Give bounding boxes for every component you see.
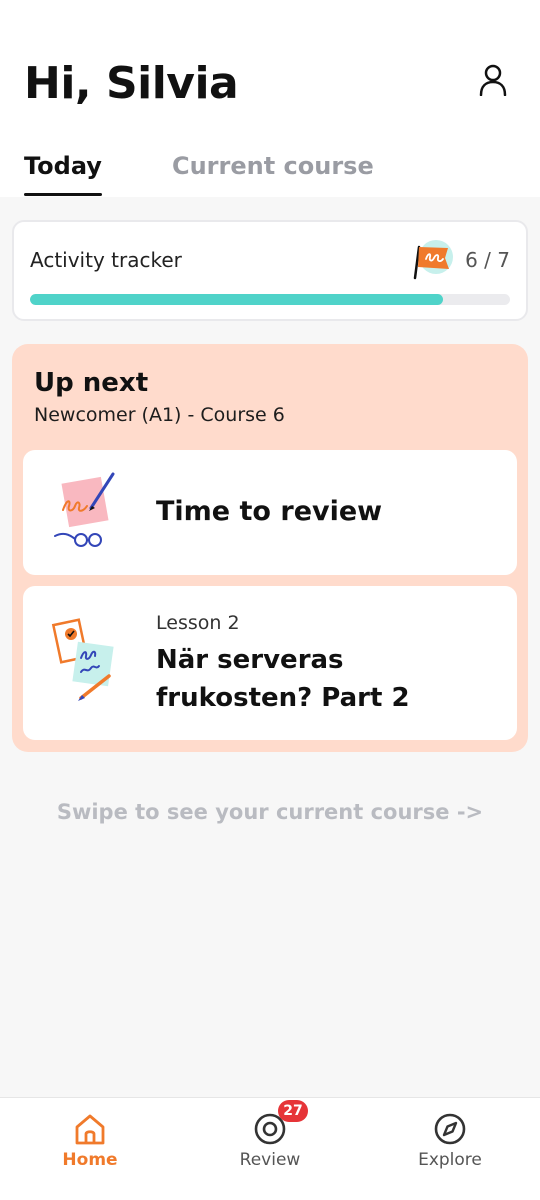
review-card-title: Time to review <box>156 496 383 527</box>
up-next-course: Newcomer (A1) - Course 6 <box>34 404 285 426</box>
review-count-badge: 27 <box>278 1100 308 1122</box>
activity-count: 6 / 7 <box>465 248 510 272</box>
home-icon <box>75 1114 105 1145</box>
bottom-navigation: Home 27 Review Explore <box>0 1097 540 1200</box>
header: Hi, Silvia Today Current course <box>0 0 540 197</box>
tab-bar: Today Current course <box>24 152 374 196</box>
tab-current-course[interactable]: Current course <box>172 152 374 196</box>
nav-review[interactable]: 27 Review <box>180 1098 360 1200</box>
activity-tracker-title: Activity tracker <box>30 248 182 272</box>
up-next-title: Up next <box>34 368 149 398</box>
lesson-illustration-icon <box>51 618 114 701</box>
person-icon <box>479 64 507 97</box>
lesson-card[interactable]: Lesson 2 När serveras frukosten? Part 2 <box>23 586 517 740</box>
nav-explore-label: Explore <box>418 1150 482 1170</box>
activity-tracker-card[interactable]: Activity tracker 6 / 7 <box>12 220 528 321</box>
lesson-number: Lesson 2 <box>156 612 240 634</box>
nav-review-label: Review <box>239 1150 301 1170</box>
lesson-title: När serveras frukosten? Part 2 <box>156 645 410 713</box>
nav-home[interactable]: Home <box>0 1098 180 1200</box>
review-illustration-icon <box>54 472 115 547</box>
swipe-hint: Swipe to see your current course -> <box>56 800 484 824</box>
up-next-section: Up next Newcomer (A1) - Course 6 Time to… <box>12 344 528 752</box>
flag-icon <box>413 240 453 280</box>
tab-today[interactable]: Today <box>24 152 102 196</box>
nav-explore[interactable]: Explore <box>360 1098 540 1200</box>
greeting-title: Hi, Silvia <box>24 58 239 109</box>
activity-progress-fill <box>30 294 443 305</box>
nav-home-label: Home <box>62 1150 118 1170</box>
review-card[interactable]: Time to review <box>23 450 517 575</box>
profile-button[interactable] <box>478 64 508 97</box>
compass-icon <box>434 1113 466 1145</box>
activity-progress-bar <box>30 294 510 305</box>
